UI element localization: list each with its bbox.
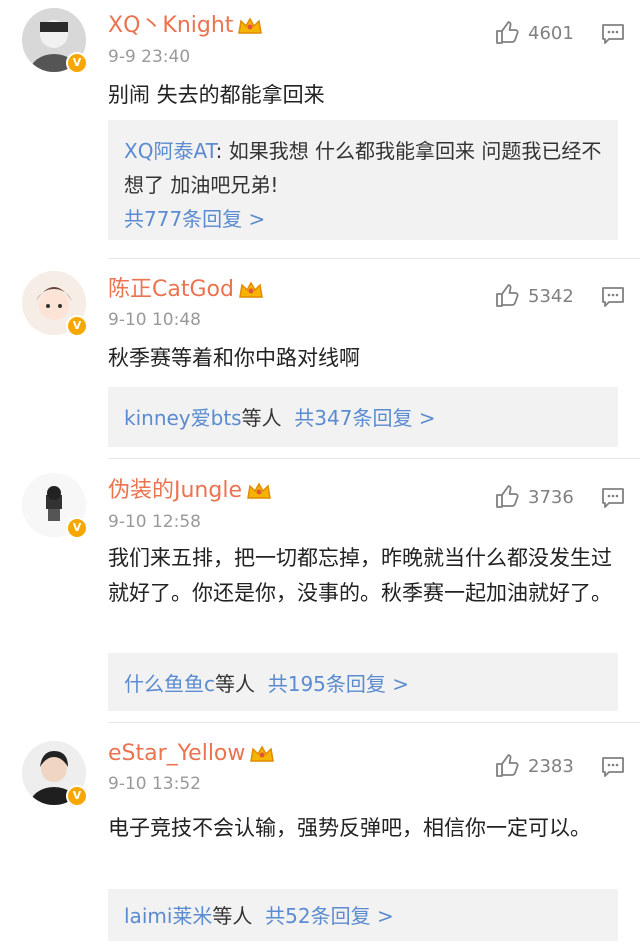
reply-preview[interactable]: XQ阿泰AT: 如果我想 什么都我能拿回来 问题我已经不想了 加油吧兄弟! 共7… [108,120,618,240]
reply-names[interactable]: 什么鱼鱼c [124,672,215,696]
like-button[interactable]: 3736 [494,484,574,510]
more-replies-link[interactable]: 共347条回复 > [294,406,435,430]
comment-text: 别闹 失去的都能拿回来 [108,83,325,107]
reply-summary[interactable]: kinney爱bts等人 共347条回复 > [108,387,618,447]
reply-suffix: 等人 [215,672,255,696]
reply-summary[interactable]: 什么鱼鱼c等人 共195条回复 > [108,653,618,711]
comment-bubble-icon[interactable] [600,285,626,309]
vip-crown-icon [238,17,263,34]
comment-time: 9-10 10:48 [108,310,201,330]
reply-author[interactable]: XQ阿泰AT [124,139,216,163]
vip-crown-icon [239,281,263,298]
like-button[interactable]: 4601 [494,20,574,46]
comment-item: V eStar_Yellow 9-10 13:52 2383 电子竞技不会认输，… [0,723,640,944]
vip-crown-icon [247,482,271,499]
verified-badge-icon: V [66,517,88,539]
verified-badge-icon: V [66,785,88,807]
more-replies-link[interactable]: 共777条回复 > [124,207,265,231]
username[interactable]: eStar_Yellow [108,740,275,768]
reply-suffix: 等人 [212,904,253,928]
comment-time: 9-9 23:40 [108,47,191,67]
vip-crown-icon [250,745,275,762]
username[interactable]: 伪装的Jungle [108,477,272,505]
reply-suffix: 等人 [241,406,282,430]
thumbs-up-icon [496,284,519,307]
comment-time: 9-10 13:52 [108,774,201,794]
thumbs-up-icon [496,21,519,44]
like-count: 4601 [528,22,574,44]
thumbs-up-icon [496,485,519,508]
like-button[interactable]: 2383 [494,753,574,779]
reply-names[interactable]: laimi莱米 [124,904,212,928]
comment-item: V 伪装的Jungle 9-10 12:58 3736 我们来五排，把一切都忘掉… [0,459,640,719]
comment-bubble-icon[interactable] [600,755,626,779]
reply-summary[interactable]: laimi莱米等人 共52条回复 > [108,889,618,941]
like-count: 5342 [528,285,574,307]
reply-names[interactable]: kinney爱bts [124,406,242,430]
like-button[interactable]: 5342 [494,283,574,309]
comment-item: V 陈正CatGod 9-10 10:48 5342 秋季赛等着和你中路对线啊 … [0,259,640,459]
thumbs-up-icon [496,754,519,777]
like-count: 2383 [528,755,574,777]
more-replies-link[interactable]: 共195条回复 > [268,672,409,696]
verified-badge-icon: V [66,315,88,337]
comment-text: 电子竞技不会认输，强势反弹吧，相信你一定可以。 [108,816,591,840]
username[interactable]: 陈正CatGod [108,276,264,304]
like-count: 3736 [528,486,574,508]
comment-text: 秋季赛等着和你中路对线啊 [108,346,360,370]
comment-bubble-icon[interactable] [600,22,626,46]
more-replies-link[interactable]: 共52条回复 > [265,904,394,928]
comment-bubble-icon[interactable] [600,486,626,510]
comment-text: 我们来五排，把一切都忘掉，昨晚就当什么都没发生过就好了。你还是你，没事的。秋季赛… [108,546,612,605]
username[interactable]: XQ丶Knight [108,12,263,40]
comment-item: V XQ丶Knight 9-9 23:40 4601 别闹 失去的都能拿回来 X… [0,0,640,256]
verified-badge-icon: V [66,52,88,74]
comment-time: 9-10 12:58 [108,512,201,532]
